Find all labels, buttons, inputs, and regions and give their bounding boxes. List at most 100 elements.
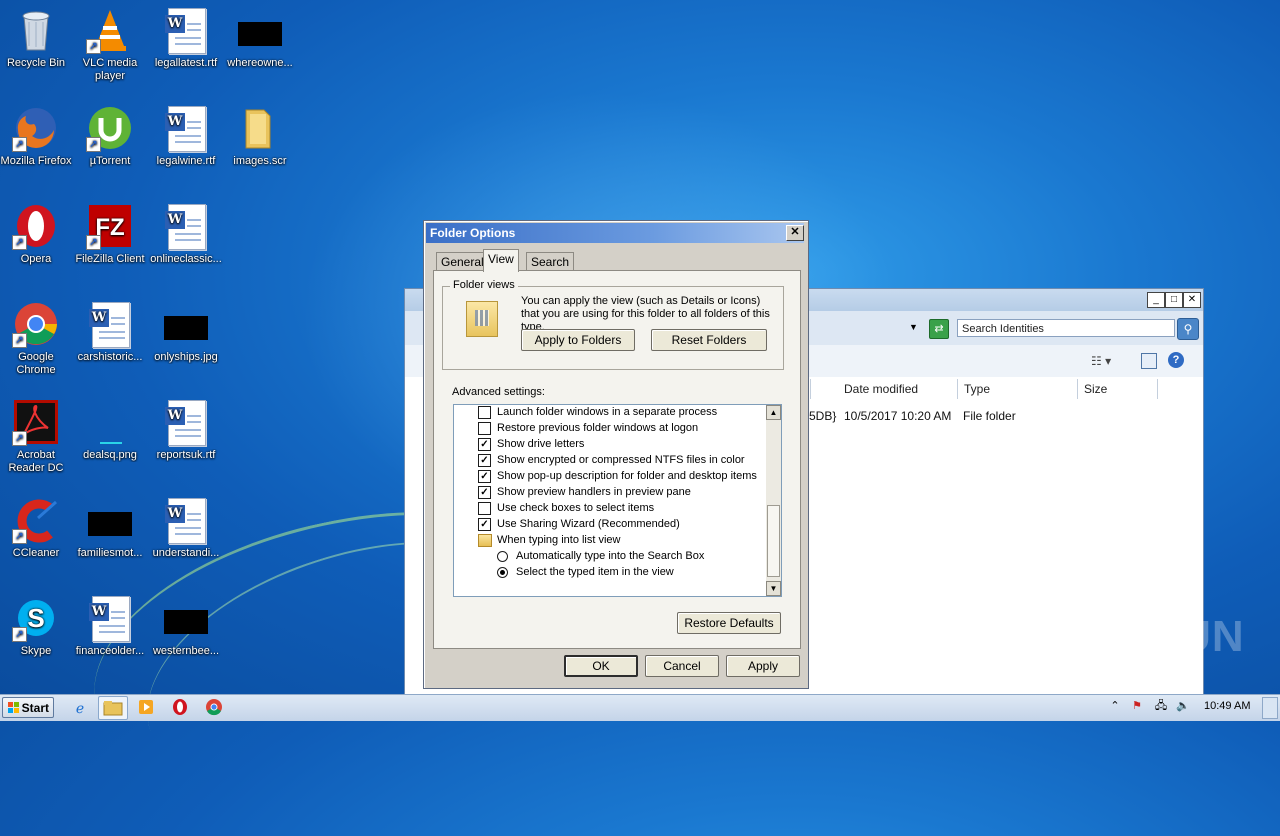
- help-icon[interactable]: ?: [1168, 352, 1184, 368]
- column-header-type[interactable]: Type: [958, 379, 1078, 399]
- setting-label: Show drive letters: [497, 438, 585, 450]
- setting-restore-previous-windows[interactable]: Restore previous folder windows at logon: [454, 420, 766, 436]
- desktop-icon-utorrent[interactable]: ↗ µTorrent: [72, 104, 148, 168]
- tab-general[interactable]: General: [436, 252, 489, 271]
- desktop-icon-file[interactable]: dealsq.png: [72, 398, 148, 462]
- column-header-date[interactable]: Date modified: [838, 379, 958, 399]
- preview-pane-icon[interactable]: [1141, 353, 1157, 369]
- folder-icon: [478, 534, 492, 547]
- radio-button[interactable]: [497, 551, 508, 562]
- desktop-icon-filezilla[interactable]: FZ ↗ FileZilla Client: [72, 202, 148, 266]
- file-name-fragment[interactable]: 5DB}: [809, 409, 836, 423]
- dialog-title[interactable]: Folder Options: [426, 223, 804, 243]
- desktop-icon-ccleaner[interactable]: ↗ CCleaner: [0, 496, 74, 560]
- network-icon[interactable]: 🖧: [1154, 699, 1168, 713]
- reset-folders-button[interactable]: Reset Folders: [651, 329, 767, 351]
- setting-select-typed-item[interactable]: Select the typed item in the view: [454, 564, 766, 580]
- settings-scrollbar[interactable]: ▲ ▼: [766, 405, 781, 596]
- maximize-button[interactable]: □: [1165, 292, 1183, 308]
- scroll-up-icon[interactable]: ▲: [766, 405, 781, 420]
- apply-to-folders-button[interactable]: Apply to Folders: [521, 329, 635, 351]
- desktop-icon-opera[interactable]: ↗ Opera: [0, 202, 74, 266]
- taskbar-clock[interactable]: 10:49 AM: [1204, 700, 1250, 712]
- tab-view[interactable]: View: [483, 249, 519, 272]
- redacted-thumbnail: [236, 6, 284, 54]
- checkbox-checked[interactable]: ✓: [478, 486, 491, 499]
- opera-taskbar-icon[interactable]: [170, 698, 190, 718]
- desktop-icon-file[interactable]: W onlineclassic...: [148, 202, 224, 266]
- checkbox[interactable]: [478, 422, 491, 435]
- checkbox-checked[interactable]: ✓: [478, 470, 491, 483]
- internet-explorer-icon[interactable]: ℯ: [70, 698, 90, 718]
- desktop-icon-file[interactable]: W carshistoric...: [72, 300, 148, 364]
- checkbox[interactable]: [478, 406, 491, 419]
- close-button[interactable]: ✕: [1183, 292, 1201, 308]
- opera-icon: ↗: [12, 202, 60, 250]
- cancel-button[interactable]: Cancel: [645, 655, 719, 677]
- shortcut-arrow-icon: ↗: [12, 431, 27, 446]
- action-center-icon[interactable]: ⚑: [1130, 699, 1144, 713]
- chrome-taskbar-icon[interactable]: [204, 698, 224, 718]
- desktop-icon-acrobat[interactable]: ↗ Acrobat Reader DC: [0, 398, 74, 475]
- setting-show-preview-handlers[interactable]: ✓ Show preview handlers in preview pane: [454, 484, 766, 500]
- setting-show-drive-letters[interactable]: ✓ Show drive letters: [454, 436, 766, 452]
- setting-launch-separate-process[interactable]: Launch folder windows in a separate proc…: [454, 405, 766, 420]
- checkbox-checked[interactable]: ✓: [478, 518, 491, 531]
- ok-button[interactable]: OK: [564, 655, 638, 677]
- word-doc-icon: W: [162, 202, 210, 250]
- desktop-icon-vlc[interactable]: ↗ VLC media player: [72, 6, 148, 83]
- scroll-thumb[interactable]: [767, 505, 780, 577]
- search-icon[interactable]: ⚲: [1177, 318, 1199, 340]
- tab-search[interactable]: Search: [526, 252, 575, 271]
- address-dropdown-icon[interactable]: ▼: [909, 322, 918, 332]
- desktop-icon-skype[interactable]: S ↗ Skype: [0, 594, 74, 658]
- desktop-icon-chrome[interactable]: ↗ Google Chrome: [0, 300, 74, 377]
- desktop-icon-recycle-bin[interactable]: Recycle Bin: [0, 6, 74, 70]
- setting-use-sharing-wizard[interactable]: ✓ Use Sharing Wizard (Recommended): [454, 516, 766, 532]
- radio-button-selected[interactable]: [497, 567, 508, 578]
- desktop-icon-file[interactable]: westernbee...: [148, 594, 224, 658]
- desktop-icon-file[interactable]: W reportsuk.rtf: [148, 398, 224, 462]
- desktop-icon-file[interactable]: W legallatest.rtf: [148, 6, 224, 70]
- desktop-icon-file[interactable]: W legalwine.rtf: [148, 104, 224, 168]
- refresh-icon[interactable]: ⇄: [929, 319, 949, 339]
- desktop-icon-file[interactable]: whereowne...: [222, 6, 298, 70]
- scroll-down-icon[interactable]: ▼: [766, 581, 781, 596]
- folder-options-dialog[interactable]: Folder Options ✕ General View Search Fol…: [423, 220, 809, 689]
- close-button[interactable]: ✕: [786, 225, 804, 241]
- desktop-icon-file[interactable]: onlyships.jpg: [148, 300, 224, 364]
- desktop-icon-file[interactable]: W understandi...: [148, 496, 224, 560]
- desktop-icon-file[interactable]: W financeolder...: [72, 594, 148, 658]
- restore-defaults-button[interactable]: Restore Defaults: [677, 612, 781, 634]
- checkbox-checked[interactable]: ✓: [478, 454, 491, 467]
- setting-show-popup-description[interactable]: ✓ Show pop-up description for folder and…: [454, 468, 766, 484]
- show-desktop-button[interactable]: [1262, 697, 1278, 719]
- setting-label: Restore previous folder windows at logon: [497, 422, 699, 434]
- desktop-icon-file[interactable]: images.scr: [222, 104, 298, 168]
- desktop-icon-label: onlyships.jpg: [154, 351, 218, 363]
- search-input[interactable]: Search Identities: [957, 319, 1175, 337]
- setting-show-encrypted-color[interactable]: ✓ Show encrypted or compressed NTFS file…: [454, 452, 766, 468]
- chrome-icon: ↗: [12, 300, 60, 348]
- folder-views-legend: Folder views: [450, 279, 518, 291]
- start-button[interactable]: Start: [2, 697, 54, 718]
- checkbox-checked[interactable]: ✓: [478, 438, 491, 451]
- show-hidden-icons[interactable]: ⌃: [1108, 699, 1122, 713]
- explorer-taskbar-icon[interactable]: [98, 696, 128, 720]
- media-player-icon[interactable]: [136, 698, 156, 718]
- word-doc-icon: W: [86, 594, 134, 642]
- advanced-settings-list[interactable]: Launch folder windows in a separate proc…: [453, 404, 782, 597]
- desktop-icon-firefox[interactable]: ↗ Mozilla Firefox: [0, 104, 74, 168]
- setting-auto-type-search-box[interactable]: Automatically type into the Search Box: [454, 548, 766, 564]
- desktop-icon-label: legallatest.rtf: [154, 57, 218, 69]
- minimize-button[interactable]: _: [1147, 292, 1165, 308]
- checkbox[interactable]: [478, 502, 491, 515]
- volume-icon[interactable]: 🔈: [1176, 699, 1190, 713]
- view-options-icon[interactable]: ☷ ▾: [1091, 354, 1111, 368]
- redacted-thumbnail: [162, 594, 210, 642]
- file-type: File folder: [963, 409, 1016, 423]
- apply-button[interactable]: Apply: [726, 655, 800, 677]
- desktop-icon-file[interactable]: familiesmot...: [72, 496, 148, 560]
- column-header-size[interactable]: Size: [1078, 379, 1158, 399]
- setting-use-check-boxes[interactable]: Use check boxes to select items: [454, 500, 766, 516]
